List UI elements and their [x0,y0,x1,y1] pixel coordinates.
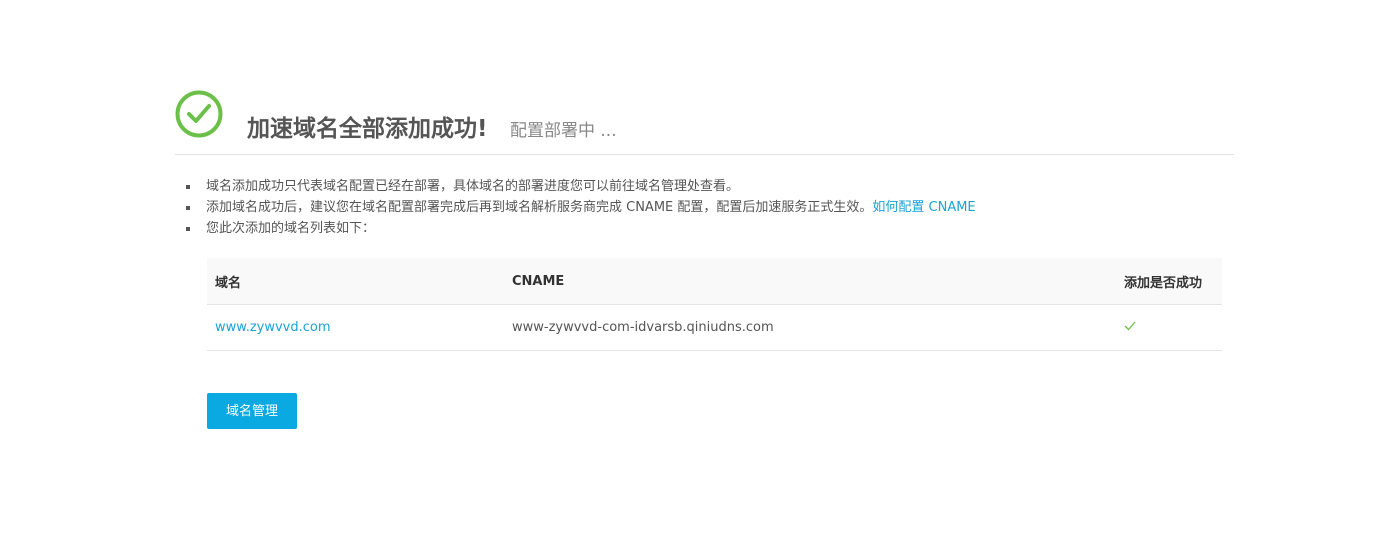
note-item: 您此次添加的域名列表如下： [186,218,976,239]
result-header: 加速域名全部添加成功! 配置部署中 ... [175,90,1234,155]
cname-cell: www-zywvvd-com-idvarsb.qiniudns.com [504,304,1116,351]
table-header-row: 域名 CNAME 添加是否成功 [207,258,1222,305]
note-item: 添加域名成功后，建议您在域名配置部署完成后再到域名解析服务商完成 CNAME 配… [186,197,976,218]
deploy-status-text: 配置部署中 ... [510,121,617,141]
domain-link[interactable]: www.zywvvd.com [215,320,331,335]
table-row: www.zywvvd.com www-zywvvd-com-idvarsb.qi… [207,304,1222,351]
note-item: 域名添加成功只代表域名配置已经在部署，具体域名的部署进度您可以前往域名管理处查看… [186,176,976,197]
domain-cell: www.zywvvd.com [207,304,504,351]
domain-management-button[interactable]: 域名管理 [207,393,297,429]
check-circle-icon [175,90,223,138]
domain-table: 域名 CNAME 添加是否成功 www.zywvvd.com www-zywvv… [207,258,1222,351]
result-panel: 加速域名全部添加成功! 配置部署中 ... 域名添加成功只代表域名配置已经在部署… [175,90,1234,429]
page-title: 加速域名全部添加成功! [247,116,488,142]
check-icon [1124,321,1136,331]
column-header-domain: 域名 [207,258,504,305]
status-cell [1116,304,1222,351]
column-header-status: 添加是否成功 [1116,258,1222,305]
column-header-cname: CNAME [504,258,1116,305]
cname-help-link[interactable]: 如何配置 CNAME [872,200,975,215]
notes-list: 域名添加成功只代表域名配置已经在部署，具体域名的部署进度您可以前往域名管理处查看… [186,176,976,239]
